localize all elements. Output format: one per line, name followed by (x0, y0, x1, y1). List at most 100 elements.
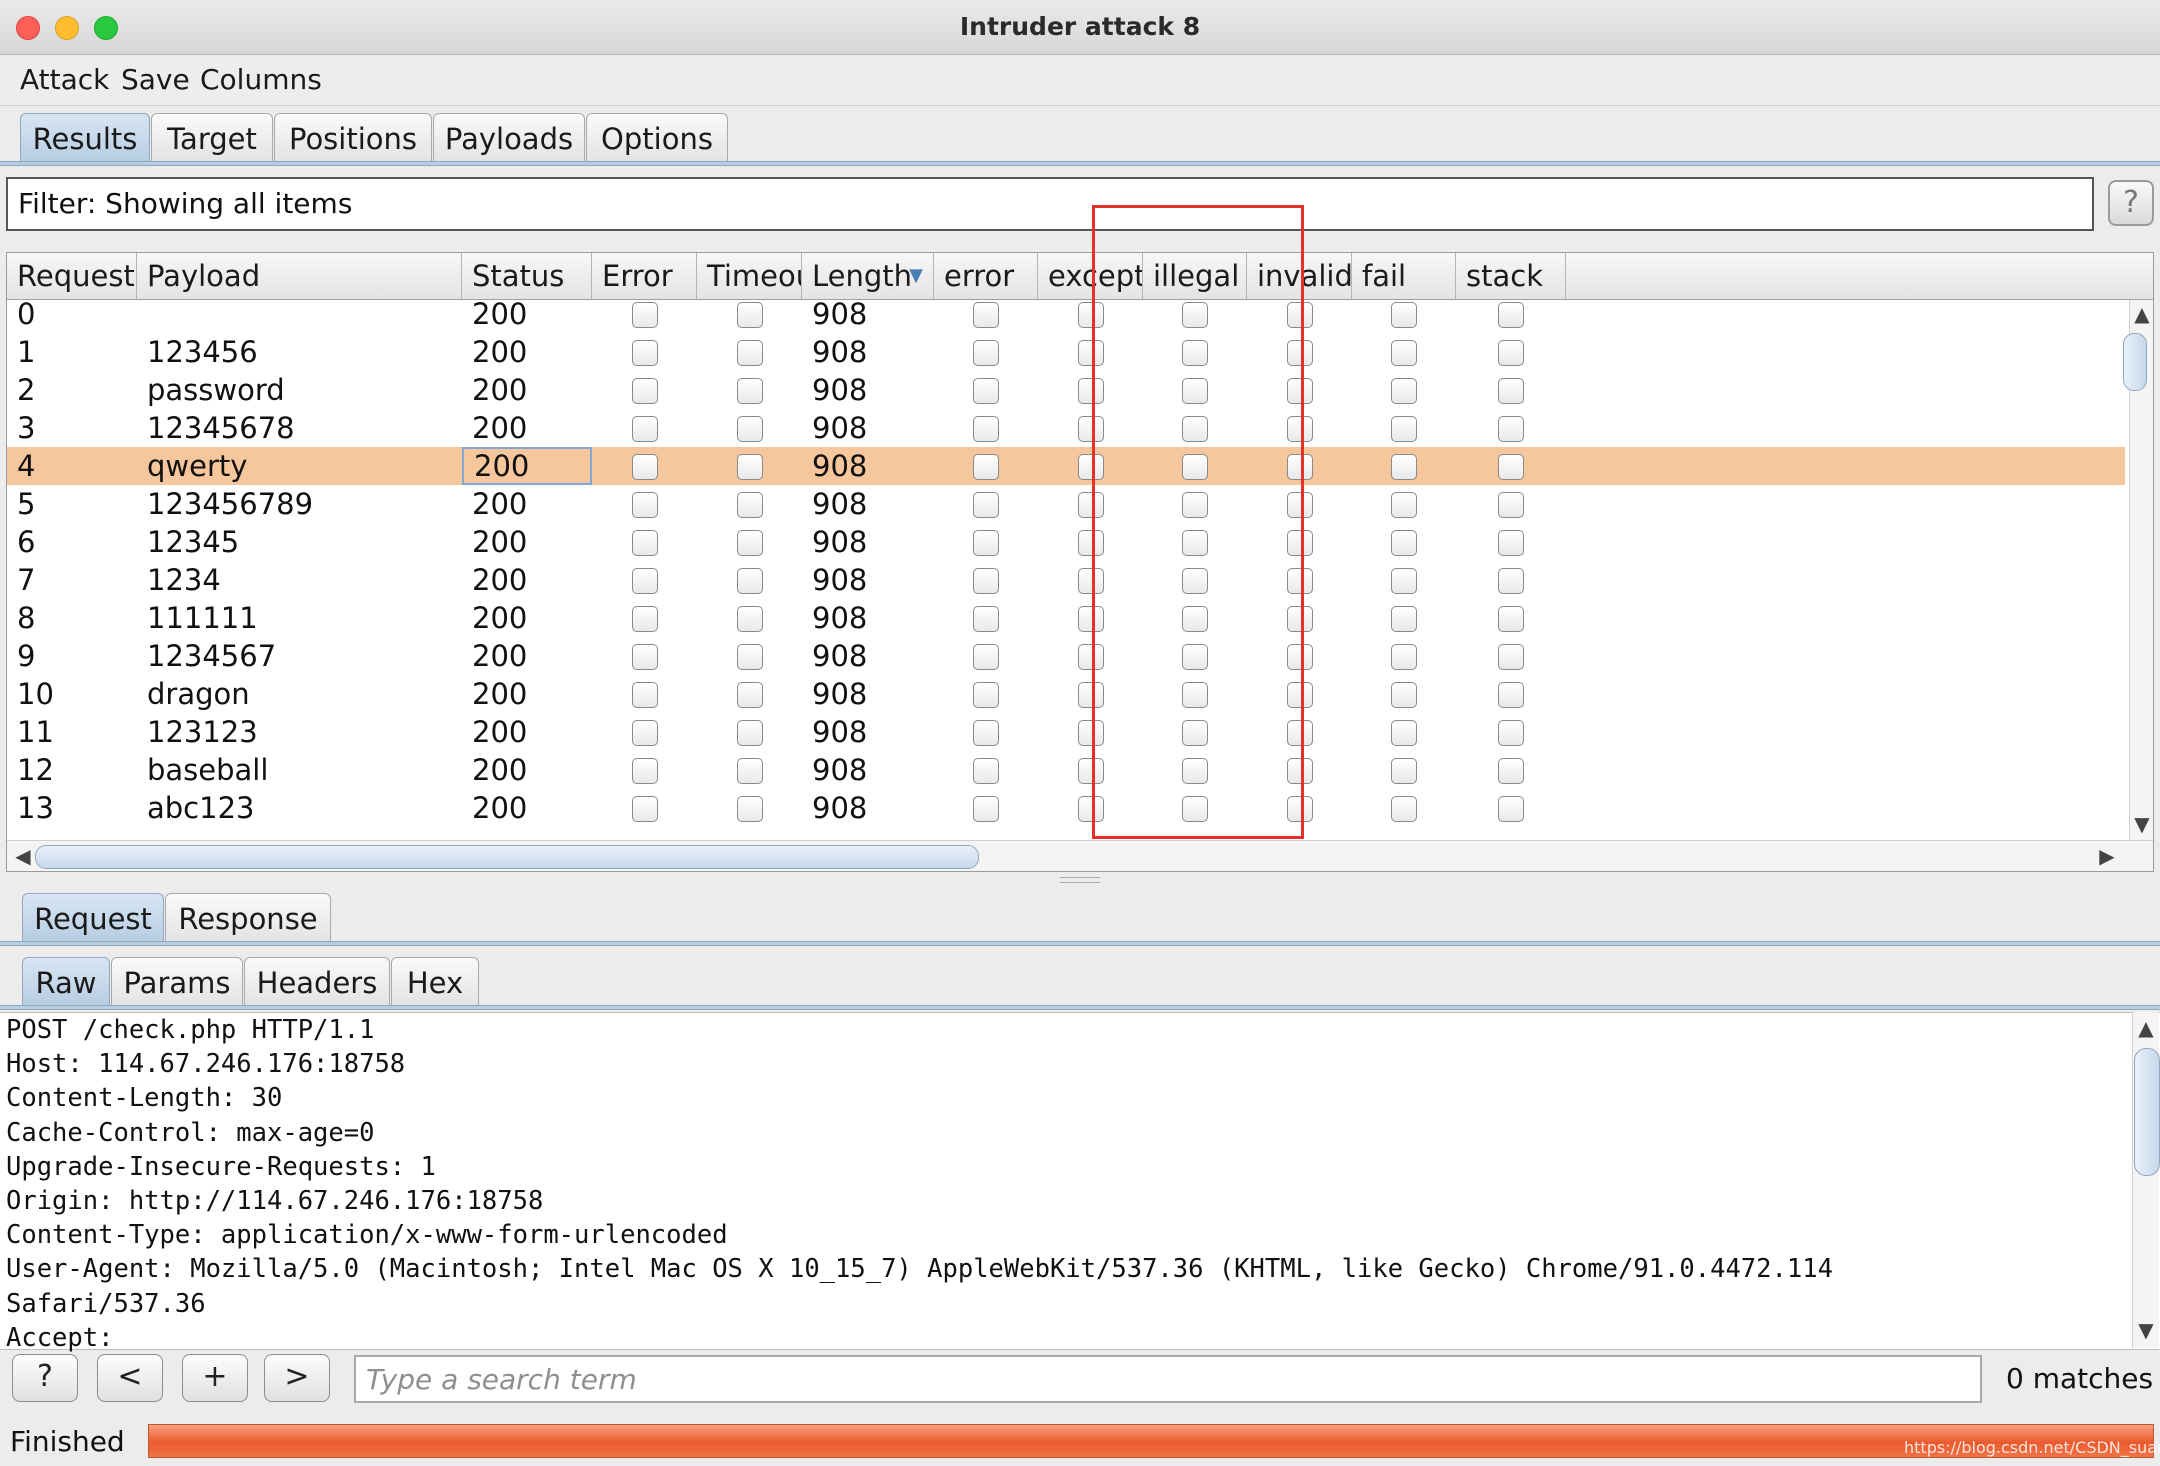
row-checkbox-fail[interactable] (1391, 378, 1417, 404)
tab-request[interactable]: Request (22, 893, 164, 941)
column-header-timeout[interactable]: Timeout (697, 253, 802, 299)
tab-hex[interactable]: Hex (391, 957, 479, 1005)
scroll-down-arrow-icon[interactable]: ▼ (2130, 812, 2153, 836)
sort-descending-icon[interactable]: ▼ (909, 253, 923, 299)
tab-response[interactable]: Response (165, 893, 331, 941)
row-checkbox-timeout[interactable] (736, 530, 763, 556)
table-row[interactable]: 7 1234 200 908 (7, 561, 2125, 599)
table-row[interactable]: 8 111111 200 908 (7, 599, 2125, 637)
filter-help-button[interactable]: ? (2108, 180, 2154, 226)
table-row[interactable]: 13 abc123 200 908 (7, 789, 2125, 827)
row-checkbox-fail[interactable] (1391, 302, 1417, 328)
row-checkbox-stack[interactable] (1498, 492, 1524, 518)
menu-attack[interactable]: Attack (20, 55, 109, 105)
row-checkbox-fail[interactable] (1391, 454, 1417, 480)
row-checkbox-error[interactable] (973, 492, 999, 518)
row-checkbox-fail[interactable] (1391, 340, 1417, 366)
scroll-left-arrow-icon[interactable]: ◀ (11, 844, 35, 868)
column-header-error[interactable]: error (934, 253, 1038, 299)
row-checkbox-error[interactable] (631, 302, 658, 328)
row-checkbox-timeout[interactable] (736, 492, 763, 518)
tab-payloads[interactable]: Payloads (433, 113, 585, 161)
editor-vertical-scroll-thumb[interactable] (2134, 1048, 2160, 1176)
row-checkbox-error[interactable] (631, 416, 658, 442)
column-header-request[interactable]: Request (7, 253, 137, 299)
row-checkbox-timeout[interactable] (736, 568, 763, 594)
row-checkbox-timeout[interactable] (736, 682, 763, 708)
table-row[interactable]: 1 123456 200 908 (7, 333, 2125, 371)
row-checkbox-error[interactable] (631, 644, 658, 670)
row-checkbox-error[interactable] (973, 606, 999, 632)
row-checkbox-error[interactable] (973, 644, 999, 670)
row-checkbox-stack[interactable] (1498, 530, 1524, 556)
column-header-status[interactable]: Status (462, 253, 592, 299)
row-checkbox-error[interactable] (631, 340, 658, 366)
row-checkbox-error[interactable] (631, 568, 658, 594)
column-header-payload[interactable]: Payload (137, 253, 462, 299)
row-checkbox-timeout[interactable] (736, 454, 763, 480)
table-row[interactable]: 4 qwerty 200 908 (7, 447, 2125, 485)
row-checkbox-error[interactable] (631, 796, 658, 822)
row-checkbox-fail[interactable] (1391, 606, 1417, 632)
row-checkbox-error[interactable] (973, 568, 999, 594)
row-checkbox-fail[interactable] (1391, 416, 1417, 442)
column-header-error[interactable]: Error (592, 253, 697, 299)
row-checkbox-error[interactable] (973, 340, 999, 366)
scroll-right-arrow-icon[interactable]: ▶ (2095, 844, 2119, 868)
table-row[interactable]: 0 200 908 (7, 300, 2125, 333)
search-prev-button[interactable]: < (97, 1354, 163, 1402)
tab-options[interactable]: Options (586, 113, 728, 161)
search-next-button[interactable]: > (264, 1354, 330, 1402)
table-row[interactable]: 6 12345 200 908 (7, 523, 2125, 561)
table-vertical-scroll-thumb[interactable] (2123, 333, 2147, 391)
row-checkbox-error[interactable] (631, 492, 658, 518)
table-row[interactable]: 9 1234567 200 908 (7, 637, 2125, 675)
row-checkbox-error[interactable] (631, 758, 658, 784)
table-row[interactable]: 3 12345678 200 908 (7, 409, 2125, 447)
search-input[interactable] (354, 1355, 1982, 1403)
tab-positions[interactable]: Positions (274, 113, 432, 161)
row-checkbox-error[interactable] (631, 606, 658, 632)
row-checkbox-stack[interactable] (1498, 796, 1524, 822)
row-checkbox-timeout[interactable] (736, 644, 763, 670)
row-checkbox-fail[interactable] (1391, 530, 1417, 556)
row-checkbox-timeout[interactable] (736, 758, 763, 784)
row-checkbox-timeout[interactable] (736, 416, 763, 442)
row-checkbox-stack[interactable] (1498, 720, 1524, 746)
row-checkbox-error[interactable] (631, 682, 658, 708)
tab-results[interactable]: Results (20, 113, 150, 161)
row-checkbox-fail[interactable] (1391, 720, 1417, 746)
row-checkbox-stack[interactable] (1498, 606, 1524, 632)
table-horizontal-scroll-thumb[interactable] (35, 845, 979, 869)
tab-raw[interactable]: Raw (22, 957, 110, 1005)
row-checkbox-error[interactable] (973, 682, 999, 708)
editor-scroll-down-arrow-icon[interactable]: ▼ (2134, 1318, 2158, 1342)
menu-save[interactable]: Save (121, 55, 190, 105)
search-add-button[interactable]: + (182, 1354, 248, 1402)
row-checkbox-fail[interactable] (1391, 492, 1417, 518)
row-checkbox-error[interactable] (973, 416, 999, 442)
row-checkbox-stack[interactable] (1498, 758, 1524, 784)
row-checkbox-error[interactable] (973, 378, 999, 404)
row-checkbox-error[interactable] (973, 302, 999, 328)
row-checkbox-fail[interactable] (1391, 758, 1417, 784)
tab-params[interactable]: Params (111, 957, 243, 1005)
row-checkbox-timeout[interactable] (736, 720, 763, 746)
row-checkbox-error[interactable] (631, 720, 658, 746)
row-checkbox-stack[interactable] (1498, 340, 1524, 366)
row-checkbox-fail[interactable] (1391, 796, 1417, 822)
row-checkbox-stack[interactable] (1498, 416, 1524, 442)
column-header-fail[interactable]: fail (1352, 253, 1456, 299)
row-checkbox-error[interactable] (973, 530, 999, 556)
table-row[interactable]: 10 dragon 200 908 (7, 675, 2125, 713)
scroll-up-arrow-icon[interactable]: ▲ (2130, 302, 2153, 326)
tab-target[interactable]: Target (151, 113, 273, 161)
row-checkbox-fail[interactable] (1391, 644, 1417, 670)
row-checkbox-error[interactable] (973, 720, 999, 746)
table-row[interactable]: 11 123123 200 908 (7, 713, 2125, 751)
row-checkbox-timeout[interactable] (736, 606, 763, 632)
table-row[interactable]: 5 123456789 200 908 (7, 485, 2125, 523)
row-checkbox-stack[interactable] (1498, 682, 1524, 708)
row-checkbox-fail[interactable] (1391, 682, 1417, 708)
tab-headers[interactable]: Headers (244, 957, 390, 1005)
